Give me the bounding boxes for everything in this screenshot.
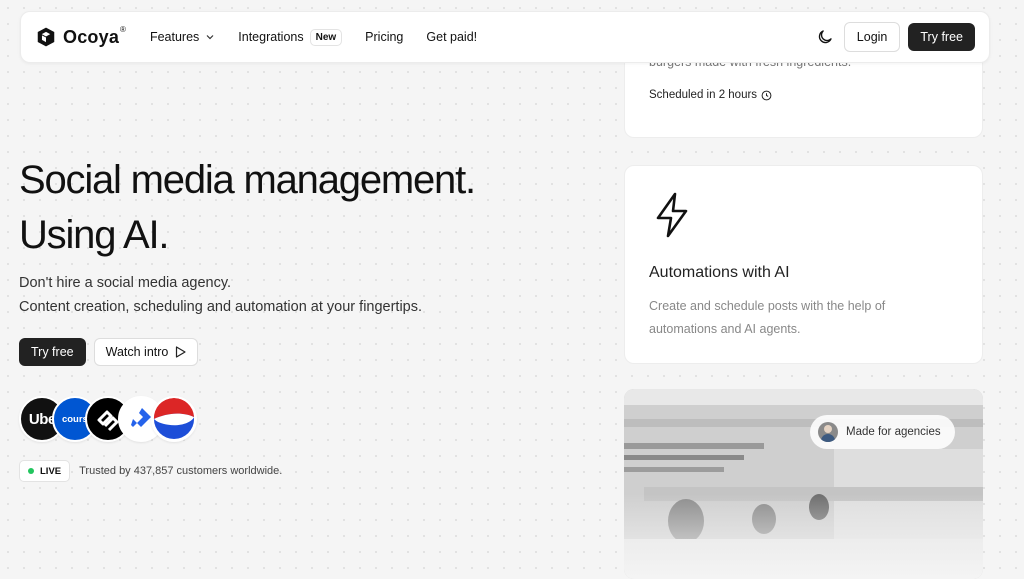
moon-icon (818, 30, 832, 44)
nav-get-paid-label: Get paid! (426, 30, 478, 44)
nav-pricing[interactable]: Pricing (365, 30, 403, 44)
trusted-text: Trusted by 437,857 customers worldwide. (79, 465, 283, 477)
cube-logo-icon (37, 27, 55, 47)
schedule-status-label: Scheduled in 2 hours (649, 89, 758, 101)
pepsi-logo (151, 396, 197, 442)
automations-card: Automations with AI Create and schedule … (624, 165, 983, 364)
agency-office-photo: Made for agencies (624, 389, 983, 579)
made-for-agencies-badge: Made for agencies (810, 415, 955, 449)
hero-subtitle-line1: Don't hire a social media agency. (19, 275, 232, 291)
registered-mark: ® (120, 24, 126, 34)
nav-integrations[interactable]: Integrations New (238, 28, 343, 46)
avatar (818, 422, 838, 442)
hero-subtitle: Don't hire a social media agency. Conten… (19, 271, 422, 319)
customer-logos: Uber coursera (19, 396, 199, 444)
brand-logo[interactable]: Ocoya ® (35, 24, 126, 48)
hero-subtitle-line2: Content creation, scheduling and automat… (19, 299, 423, 315)
nav-integrations-label: Integrations (238, 30, 304, 44)
clock-icon (761, 90, 772, 100)
hero-title: Social media management. Using AI. (19, 153, 476, 263)
schedule-status: Scheduled in 2 hours (649, 89, 772, 101)
nav-features[interactable]: Features (150, 30, 215, 44)
new-badge: New (309, 28, 343, 46)
live-dot (28, 468, 34, 474)
nav-try-free-button[interactable]: Try free (908, 23, 975, 51)
live-badge: LIVE (19, 460, 71, 482)
hero-title-line1: Social media management. (19, 158, 476, 202)
nav-pricing-label: Pricing (365, 30, 404, 44)
automations-description: Create and schedule posts with the help … (649, 299, 886, 336)
hero-try-free-button[interactable]: Try free (19, 338, 86, 366)
nav-features-label: Features (149, 30, 200, 44)
automations-title: Automations with AI (649, 264, 790, 281)
theme-toggle-button[interactable] (816, 28, 834, 46)
pepsi-icon (153, 398, 195, 440)
watch-intro-button[interactable]: Watch intro (93, 338, 199, 366)
brand-name: Ocoya (63, 26, 120, 47)
lightning-icon (656, 192, 688, 238)
play-icon (175, 346, 186, 358)
made-for-agencies-label: Made for agencies (846, 426, 941, 438)
nav-get-paid[interactable]: Get paid! (426, 30, 477, 44)
chevron-down-icon (206, 35, 214, 40)
live-label: LIVE (40, 465, 62, 477)
top-navbar: Ocoya ® Features Integrations New Pricin… (20, 11, 990, 63)
hero-title-line2: Using AI. (19, 213, 169, 257)
watch-intro-label: Watch intro (105, 345, 169, 359)
login-button[interactable]: Login (843, 22, 901, 52)
